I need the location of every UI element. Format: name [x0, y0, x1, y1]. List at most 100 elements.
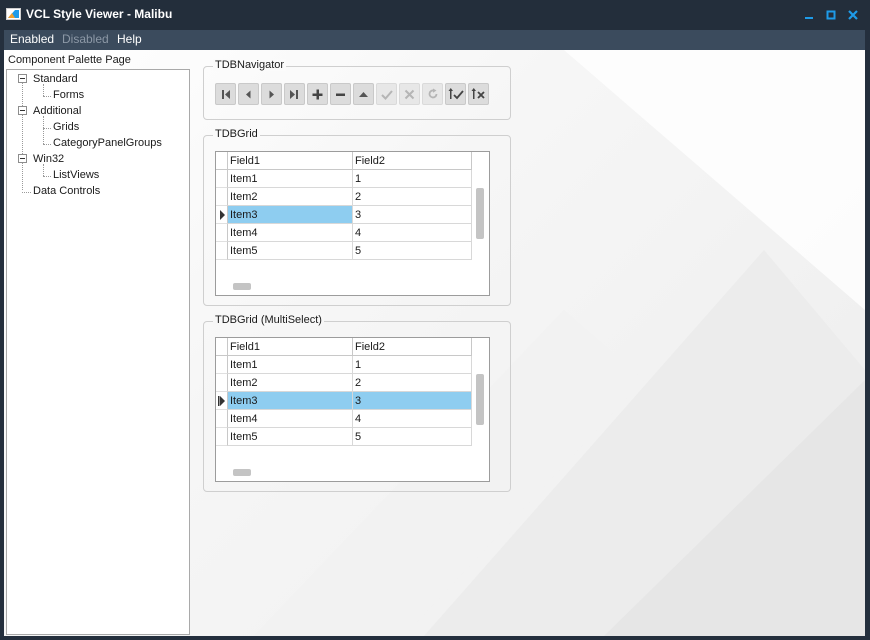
- expander-additional[interactable]: [18, 106, 27, 115]
- grid2-header-field1[interactable]: Field1: [228, 338, 353, 356]
- nav-cancel-button[interactable]: [399, 83, 420, 105]
- nav-post-button[interactable]: [376, 83, 397, 105]
- grid1-selected-cell[interactable]: Item3: [228, 206, 353, 224]
- grid1-horizontal-scroll-thumb[interactable]: [233, 283, 251, 290]
- client-area: Component Palette Page Standard Forms Ad…: [4, 50, 865, 636]
- menu-disabled[interactable]: Disabled: [62, 32, 109, 46]
- grid2-cell[interactable]: Item2: [228, 374, 353, 392]
- palette-label: Component Palette Page: [8, 54, 131, 66]
- menu-enabled[interactable]: Enabled: [10, 32, 54, 46]
- maximize-button[interactable]: [824, 8, 838, 22]
- grid1-header-field2[interactable]: Field2: [353, 152, 472, 170]
- grid2-cell[interactable]: 5: [353, 428, 472, 446]
- close-button[interactable]: [846, 8, 860, 22]
- tree-node-standard[interactable]: Standard: [33, 73, 78, 85]
- grid1-cell[interactable]: Item5: [228, 242, 353, 260]
- grid2-cell[interactable]: 2: [353, 374, 472, 392]
- grid2-horizontal-scrollbar[interactable]: [216, 464, 489, 481]
- grid2-selected-cell[interactable]: 3: [353, 392, 472, 410]
- grid2-vertical-scroll-thumb[interactable]: [476, 374, 484, 425]
- grid2-cell[interactable]: Item1: [228, 356, 353, 374]
- cancel-record-icon: [404, 89, 415, 99]
- multiselect-row-pointer-icon: [218, 396, 225, 406]
- close-icon: [848, 10, 858, 20]
- tree-node-data-controls[interactable]: Data Controls: [33, 185, 100, 197]
- nav-insert-button[interactable]: [307, 83, 328, 105]
- tree-node-additional[interactable]: Additional: [33, 105, 81, 117]
- tree-node-forms[interactable]: Forms: [53, 89, 84, 101]
- grid2-indicator: [216, 410, 228, 428]
- app-icon: [6, 8, 21, 20]
- grid2-selected-cell[interactable]: Item3: [228, 392, 353, 410]
- nav-delete-button[interactable]: [330, 83, 351, 105]
- grid1-cell[interactable]: 3: [353, 206, 472, 224]
- prior-record-icon: [246, 90, 251, 98]
- grid1-cell[interactable]: 5: [353, 242, 472, 260]
- post-record-icon: [380, 89, 393, 100]
- tree-node-categorypanelgroups[interactable]: CategoryPanelGroups: [53, 137, 162, 149]
- row-pointer-icon: [220, 210, 225, 220]
- delete-record-icon: [336, 93, 345, 96]
- grid2-horizontal-scroll-thumb[interactable]: [233, 469, 251, 476]
- nav-last-button[interactable]: [284, 83, 305, 105]
- grid1-cell[interactable]: 4: [353, 224, 472, 242]
- apply-updates-icon: [448, 88, 464, 100]
- grid1-current-row-indicator: [216, 206, 228, 224]
- grid2-cell[interactable]: Item5: [228, 428, 353, 446]
- maximize-icon: [826, 10, 836, 20]
- navigator-caption: TDBNavigator: [213, 59, 287, 71]
- component-tree[interactable]: Standard Forms Additional Grids Category…: [6, 69, 190, 635]
- grid1-horizontal-scrollbar[interactable]: [216, 278, 489, 295]
- title-bar: VCL Style Viewer - Malibu: [0, 0, 870, 30]
- grid1-vertical-scrollbar[interactable]: [472, 152, 489, 279]
- grid1-indicator: [216, 188, 228, 206]
- grid2-cell[interactable]: 4: [353, 410, 472, 428]
- nav-cancel-updates-button[interactable]: [468, 83, 489, 105]
- tree-node-grids[interactable]: Grids: [53, 121, 79, 133]
- grid1-cell[interactable]: 2: [353, 188, 472, 206]
- grid1-cell[interactable]: Item2: [228, 188, 353, 206]
- grid1-indicator: [216, 224, 228, 242]
- grid2-indicator: [216, 356, 228, 374]
- minimize-button[interactable]: [802, 8, 816, 22]
- grid2-indicator: [216, 428, 228, 446]
- insert-record-icon: [312, 89, 323, 99]
- grid2-current-row-indicator: [216, 392, 228, 410]
- tree-node-win32[interactable]: Win32: [33, 153, 64, 165]
- next-record-icon: [269, 90, 274, 98]
- first-record-icon: [222, 89, 230, 99]
- grid2[interactable]: Field1 Field2 Item1 1 Item2 2 Item3 3 It…: [215, 337, 490, 482]
- grid1-indicator: [216, 170, 228, 188]
- nav-first-button[interactable]: [215, 83, 236, 105]
- grid1-header-field1[interactable]: Field1: [228, 152, 353, 170]
- edit-record-icon: [359, 91, 368, 97]
- nav-refresh-button[interactable]: [422, 83, 443, 105]
- grid1-cell[interactable]: Item1: [228, 170, 353, 188]
- last-record-icon: [290, 89, 298, 99]
- nav-next-button[interactable]: [261, 83, 282, 105]
- grid2-corner: [216, 338, 228, 356]
- tree-node-listviews[interactable]: ListViews: [53, 169, 99, 181]
- grid2-cell[interactable]: 1: [353, 356, 472, 374]
- grid1-caption: TDBGrid: [213, 128, 260, 140]
- grid1-vertical-scroll-thumb[interactable]: [476, 188, 484, 239]
- expander-win32[interactable]: [18, 154, 27, 163]
- grid1-cell[interactable]: Item4: [228, 224, 353, 242]
- nav-apply-updates-button[interactable]: [445, 83, 466, 105]
- grid2-header-field2[interactable]: Field2: [353, 338, 472, 356]
- grid2-cell[interactable]: Item4: [228, 410, 353, 428]
- grid1-indicator: [216, 242, 228, 260]
- grid1-corner: [216, 152, 228, 170]
- grid2-vertical-scrollbar[interactable]: [472, 338, 489, 465]
- grid1-cell[interactable]: 1: [353, 170, 472, 188]
- nav-edit-button[interactable]: [353, 83, 374, 105]
- nav-prior-button[interactable]: [238, 83, 259, 105]
- grid1[interactable]: Field1 Field2 Item1 1 Item2 2 Item3 3 It…: [215, 151, 490, 296]
- refresh-record-icon: [428, 88, 437, 99]
- menu-help[interactable]: Help: [117, 32, 142, 46]
- minimize-icon: [805, 17, 813, 19]
- expander-standard[interactable]: [18, 74, 27, 83]
- window-title: VCL Style Viewer - Malibu: [26, 7, 173, 21]
- menu-bar: Enabled Disabled Help: [4, 30, 865, 50]
- grid2-indicator: [216, 374, 228, 392]
